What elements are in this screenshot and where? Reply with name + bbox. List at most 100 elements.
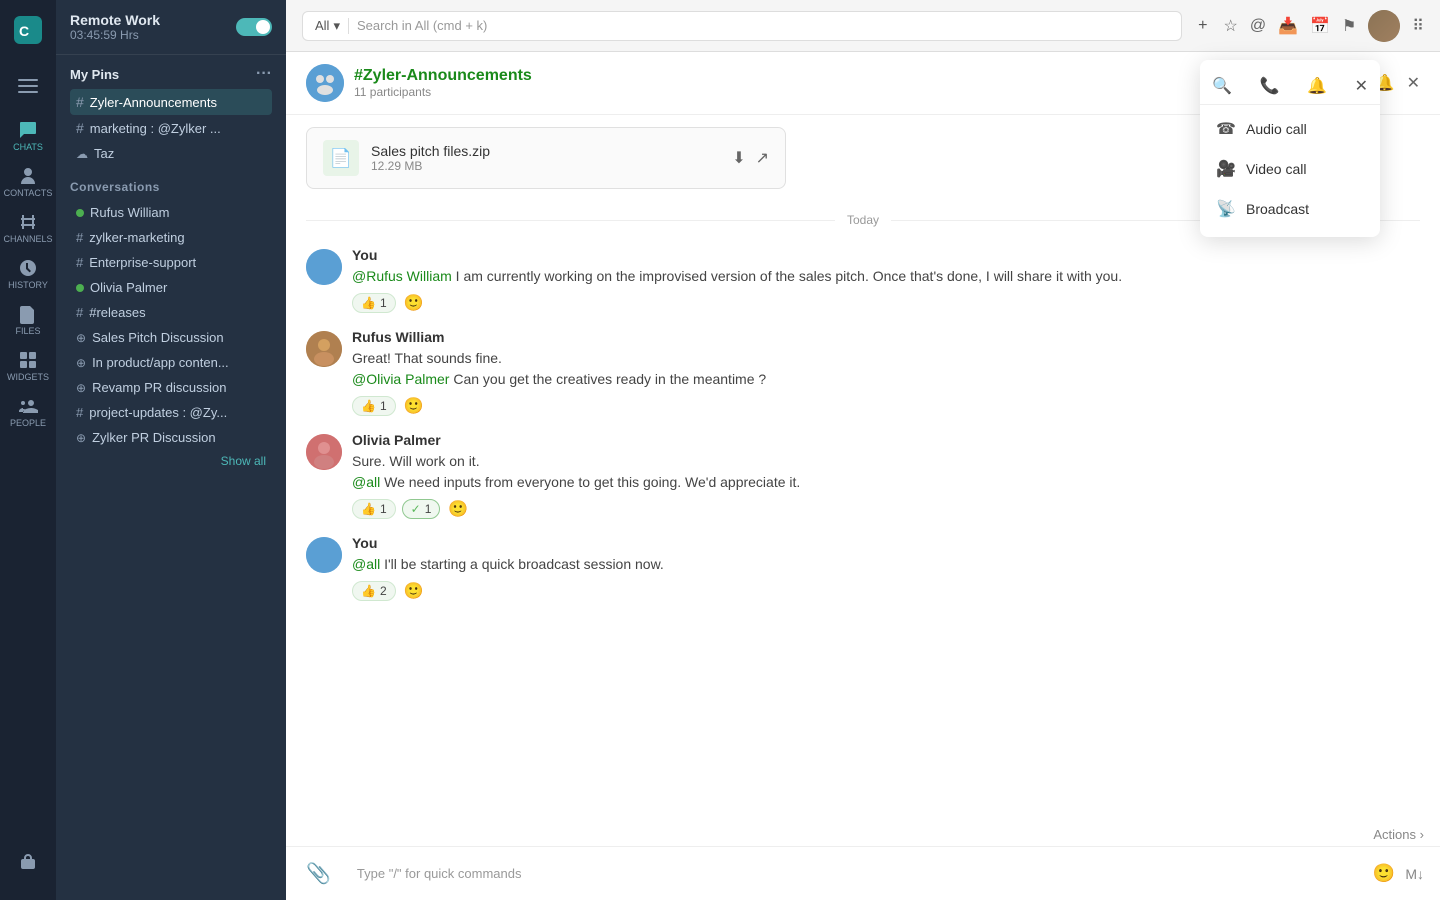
apps-grid-icon[interactable]: ⠿ [1412, 16, 1424, 36]
icon-bar-bottom [6, 840, 50, 892]
conv-item-zylker-pr[interactable]: ⊕ Zylker PR Discussion [70, 425, 272, 450]
workspace-name: Remote Work [70, 12, 160, 28]
popup-close-icon[interactable]: ✕ [1355, 76, 1368, 96]
msg-sender-2: Rufus William [352, 329, 444, 345]
add-reaction-1[interactable]: 🙂 [402, 293, 426, 313]
reaction-thumbs-3[interactable]: 👍 1 [352, 499, 396, 519]
add-reaction-3[interactable]: 🙂 [446, 499, 470, 519]
attach-button[interactable]: 📎 [302, 857, 335, 890]
pins-options-button[interactable]: ··· [256, 65, 272, 83]
online-indicator [76, 284, 84, 292]
msg-text-3a: Sure. Will work on it. [352, 451, 1420, 472]
calendar-icon[interactable]: 📅 [1310, 16, 1330, 36]
file-actions: ⬇ ↗ [732, 148, 769, 168]
channel-participants: 11 participants [354, 85, 532, 99]
user-avatar[interactable] [1368, 10, 1400, 42]
search-divider [348, 18, 349, 34]
reaction-check-3[interactable]: ✓ 1 [402, 499, 441, 519]
close-channel-icon[interactable]: ✕ [1407, 73, 1420, 93]
emoji-button[interactable]: 🙂 [1373, 863, 1395, 884]
popup-search-icon[interactable]: 🔍 [1212, 76, 1232, 96]
app-logo[interactable]: C [6, 8, 50, 52]
reaction-thumbs-4[interactable]: 👍 2 [352, 581, 396, 601]
conv-item-project-updates[interactable]: # project-updates : @Zy... [70, 400, 272, 425]
share-icon[interactable]: ↗ [756, 148, 769, 168]
actions-chevron-icon: › [1420, 827, 1424, 842]
sidebar-item-files-label: FILES [15, 326, 40, 336]
pin-label-taz: Taz [94, 146, 114, 161]
sidebar-item-files[interactable]: FILES [6, 298, 50, 342]
audio-call-option[interactable]: ☎ Audio call [1200, 109, 1380, 149]
date-label: Today [847, 213, 879, 227]
conv-item-sales-pitch[interactable]: ⊕ Sales Pitch Discussion [70, 325, 272, 350]
audio-call-label: Audio call [1246, 121, 1307, 137]
sidebar-item-people[interactable]: PEOPLE [6, 390, 50, 434]
download-icon[interactable]: ⬇ [732, 148, 745, 168]
msg-header-4: You [352, 535, 1420, 551]
video-icon: 🎥 [1216, 159, 1236, 179]
reaction-thumbs-2[interactable]: 👍 1 [352, 396, 396, 416]
top-bar: All ▾ Search in All (cmd + k) + ☆ @ 📥 📅 … [286, 0, 1440, 52]
msg-reactions-1: 👍 1 🙂 [352, 293, 1420, 313]
chevron-down-icon: ▾ [333, 18, 340, 34]
channel-avatar [306, 64, 344, 102]
sidebar-item-history-label: HISTORY [8, 280, 48, 290]
search-area[interactable]: All ▾ Search in All (cmd + k) [302, 11, 1182, 41]
conv-item-zylker-marketing[interactable]: # zylker-marketing [70, 225, 272, 250]
markdown-button[interactable]: M↓ [1405, 866, 1424, 882]
conv-item-revamp[interactable]: ⊕ Revamp PR discussion [70, 375, 272, 400]
popup-call-icon[interactable]: 📞 [1260, 76, 1280, 96]
sidebar-item-channels[interactable]: CHANNELS [6, 206, 50, 250]
popup-bell-icon[interactable]: 🔔 [1307, 76, 1327, 96]
msg-text-2b: @Olivia Palmer Can you get the creatives… [352, 369, 1420, 390]
star-icon[interactable]: ☆ [1224, 16, 1238, 36]
file-info: 📄 Sales pitch files.zip 12.29 MB [323, 140, 490, 176]
reaction-thumbs-1[interactable]: 👍 1 [352, 293, 396, 313]
sidebar-item-history[interactable]: HISTORY [6, 252, 50, 296]
video-call-option[interactable]: 🎥 Video call [1200, 149, 1380, 189]
search-input[interactable]: Search in All (cmd + k) [357, 18, 1169, 33]
file-name: Sales pitch files.zip [371, 143, 490, 159]
add-reaction-4[interactable]: 🙂 [402, 581, 426, 601]
pin-item-marketing[interactable]: # marketing : @Zylker ... [70, 115, 272, 141]
sidebar-item-contacts[interactable]: CONTACTS [6, 160, 50, 204]
avatar-you-2 [306, 537, 342, 573]
inbox-icon[interactable]: 📥 [1278, 16, 1298, 36]
group-icon: ⊕ [76, 356, 86, 370]
hash-icon: # [76, 405, 83, 420]
add-reaction-2[interactable]: 🙂 [402, 396, 426, 416]
add-button[interactable]: + [1194, 17, 1211, 35]
search-filter-select[interactable]: All ▾ [315, 18, 340, 34]
group-icon: ⊕ [76, 381, 86, 395]
msg-text-3b: @all We need inputs from everyone to get… [352, 472, 1420, 493]
conv-item-in-product[interactable]: ⊕ In product/app conten... [70, 350, 272, 375]
sidebar-item-chats[interactable]: CHATS [6, 114, 50, 158]
pin-item-taz[interactable]: ☁ Taz [70, 141, 272, 166]
mention-2: @Olivia Palmer [352, 371, 449, 387]
sidebar-item-widgets[interactable]: WIDGETS [6, 344, 50, 388]
msg-text-4: @all I'll be starting a quick broadcast … [352, 554, 1420, 575]
channel-info: #Zyler-Announcements 11 participants [306, 64, 532, 102]
actions-button[interactable]: Actions › [1373, 827, 1424, 842]
avatar-image [1368, 10, 1400, 42]
channel-name[interactable]: #Zyler-Announcements [354, 67, 532, 85]
hamburger-menu[interactable] [6, 64, 50, 108]
flag-icon[interactable]: ⚑ [1342, 16, 1356, 36]
conv-item-enterprise[interactable]: # Enterprise-support [70, 250, 272, 275]
message-input[interactable]: Type "/" for quick commands [345, 858, 1363, 889]
msg-body-3: We need inputs from everyone to get this… [384, 474, 800, 490]
message-input-area: 📎 Type "/" for quick commands 🙂 M↓ [286, 846, 1440, 900]
timer-toggle[interactable] [236, 18, 272, 36]
panel-header: Remote Work 03:45:59 Hrs [56, 0, 286, 55]
pin-item-zyler[interactable]: # Zyler-Announcements [70, 89, 272, 115]
conv-item-rufus[interactable]: Rufus William [70, 200, 272, 225]
conv-item-releases[interactable]: # #releases [70, 300, 272, 325]
mention-icon[interactable]: @ [1250, 17, 1266, 35]
msg-reactions-3: 👍 1 ✓ 1 🙂 [352, 499, 1420, 519]
show-all-button[interactable]: Show all [70, 450, 272, 472]
avatar-you [306, 249, 342, 285]
conv-item-olivia[interactable]: Olivia Palmer [70, 275, 272, 300]
bot-icon[interactable] [6, 840, 50, 884]
hash-icon: # [76, 120, 84, 136]
broadcast-option[interactable]: 📡 Broadcast [1200, 189, 1380, 229]
